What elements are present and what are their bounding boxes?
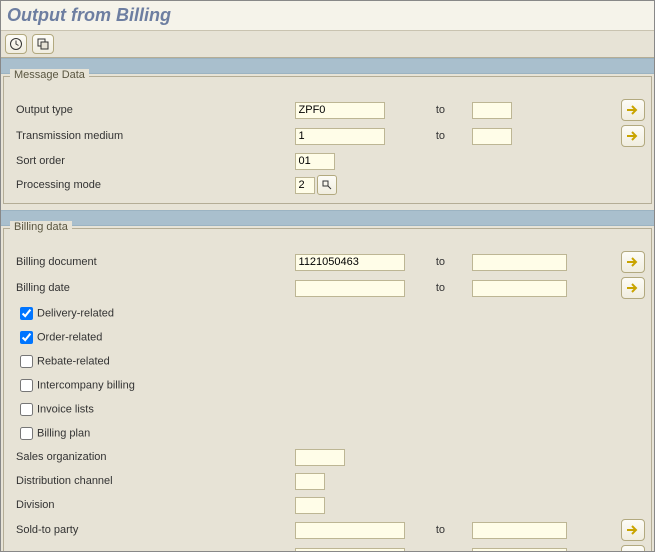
transmission-medium-to-input[interactable] — [472, 128, 512, 145]
variant-icon — [36, 37, 50, 51]
group-legend-message-data: Message Data — [10, 69, 89, 81]
sales-organization-input[interactable] — [295, 449, 345, 466]
billing-date-multi-button[interactable] — [621, 277, 645, 299]
to-label: to — [434, 249, 470, 275]
sold-to-party-to-input[interactable] — [472, 522, 567, 539]
output-type-to-input[interactable] — [472, 102, 512, 119]
label-payer: Payer — [14, 543, 293, 552]
label-invoice-lists: Invoice lists — [37, 403, 94, 415]
arrow-right-icon — [626, 256, 640, 268]
sort-order-input[interactable] — [295, 153, 335, 170]
sold-to-party-input[interactable] — [295, 522, 405, 539]
to-label: to — [434, 97, 470, 123]
billing-plan-checkbox[interactable] — [20, 427, 33, 440]
sold-to-party-multi-button[interactable] — [621, 519, 645, 541]
label-billing-plan: Billing plan — [37, 427, 90, 439]
get-variant-button[interactable] — [32, 34, 54, 54]
division-input[interactable] — [295, 497, 325, 514]
output-type-multi-button[interactable] — [621, 99, 645, 121]
to-label: to — [434, 275, 470, 301]
label-billing-date: Billing date — [14, 275, 293, 301]
payer-to-input[interactable] — [472, 548, 567, 552]
group-message-data: Message Data Output type to Transmission… — [3, 76, 652, 204]
to-label: to — [434, 123, 470, 149]
label-order-related: Order-related — [37, 331, 102, 343]
label-division: Division — [14, 493, 293, 517]
label-rebate-related: Rebate-related — [37, 355, 110, 367]
label-intercompany-billing: Intercompany billing — [37, 379, 135, 391]
billing-document-input[interactable] — [295, 254, 405, 271]
delivery-related-checkbox[interactable] — [20, 307, 33, 320]
label-sort-order: Sort order — [14, 149, 293, 173]
output-type-input[interactable] — [295, 102, 385, 119]
processing-mode-input[interactable] — [295, 177, 315, 194]
group-legend-billing-data: Billing data — [10, 221, 72, 233]
label-delivery-related: Delivery-related — [37, 307, 114, 319]
label-transmission-medium: Transmission medium — [14, 123, 293, 149]
label-sold-to-party: Sold-to party — [14, 517, 293, 543]
label-billing-document: Billing document — [14, 249, 293, 275]
label-processing-mode: Processing mode — [14, 173, 293, 197]
intercompany-billing-checkbox[interactable] — [20, 379, 33, 392]
rebate-related-checkbox[interactable] — [20, 355, 33, 368]
group-billing-data: Billing data Billing document to Billing… — [3, 228, 652, 552]
billing-date-to-input[interactable] — [472, 280, 567, 297]
transmission-medium-input[interactable] — [295, 128, 385, 145]
transmission-medium-multi-button[interactable] — [621, 125, 645, 147]
arrow-right-icon — [626, 104, 640, 116]
page-title: Output from Billing — [1, 1, 654, 31]
arrow-right-icon — [626, 130, 640, 142]
separator-band — [1, 58, 654, 74]
label-distribution-channel: Distribution channel — [14, 469, 293, 493]
billing-date-input[interactable] — [295, 280, 405, 297]
execute-button[interactable] — [5, 34, 27, 54]
distribution-channel-input[interactable] — [295, 473, 325, 490]
billing-document-multi-button[interactable] — [621, 251, 645, 273]
payer-multi-button[interactable] — [621, 545, 645, 552]
to-label: to — [434, 543, 470, 552]
payer-input[interactable] — [295, 548, 405, 552]
billing-document-to-input[interactable] — [472, 254, 567, 271]
invoice-lists-checkbox[interactable] — [20, 403, 33, 416]
label-output-type: Output type — [14, 97, 293, 123]
processing-mode-valuehelp-button[interactable] — [317, 175, 337, 195]
arrow-right-icon — [626, 282, 640, 294]
to-label: to — [434, 517, 470, 543]
search-help-icon — [322, 180, 332, 190]
toolbar — [1, 31, 654, 58]
clock-icon — [9, 37, 23, 51]
separator-band — [1, 210, 654, 226]
arrow-right-icon — [626, 524, 640, 536]
order-related-checkbox[interactable] — [20, 331, 33, 344]
label-sales-organization: Sales organization — [14, 445, 293, 469]
